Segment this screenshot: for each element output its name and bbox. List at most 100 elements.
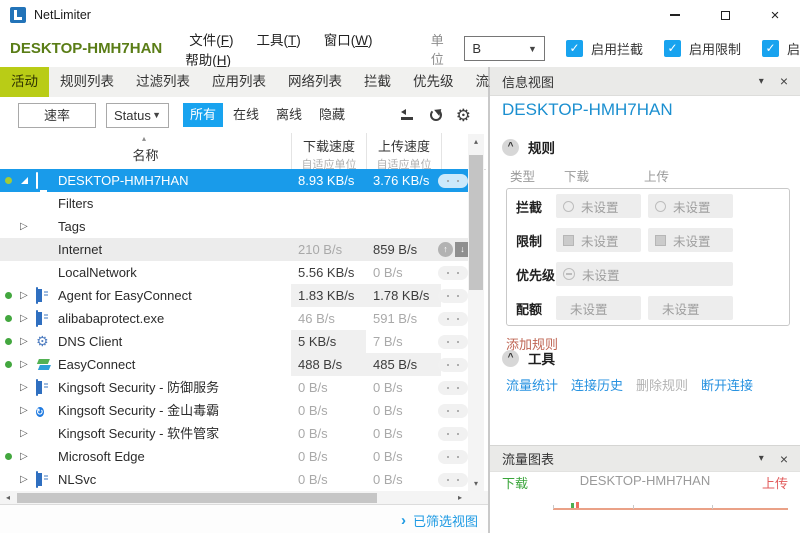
checkbox-checked-icon[interactable]: ✓: [566, 40, 583, 57]
rule-not-set-pill[interactable]: 未设置: [556, 228, 641, 252]
table-row[interactable]: ▷Kingsoft Security - 防御服务0 B/s0 B/s: [0, 376, 470, 399]
refresh-icon[interactable]: [430, 109, 442, 121]
rule-indicator[interactable]: [438, 265, 472, 280]
menu-item-T[interactable]: 工具(T): [256, 33, 300, 48]
rule-indicator[interactable]: [438, 173, 472, 188]
collapse-section-icon[interactable]: ^: [502, 139, 519, 156]
rule-indicator[interactable]: [438, 311, 472, 326]
panel-close-icon[interactable]: ×: [780, 73, 788, 89]
tab-规则列表[interactable]: 规则列表: [49, 67, 125, 97]
priority-up-icon[interactable]: ↑: [438, 242, 453, 257]
expander-collapsed-icon[interactable]: ▷: [20, 426, 28, 441]
rule-placeholder-pill[interactable]: [438, 450, 468, 464]
rate-button[interactable]: 速率: [18, 103, 96, 128]
tab-网络列表[interactable]: 网络列表: [277, 67, 353, 97]
toggle-2[interactable]: ✓启用限制: [664, 39, 741, 58]
rule-not-set-pill[interactable]: 未设置: [648, 228, 733, 252]
menu-item-W[interactable]: 窗口(W): [324, 33, 373, 48]
toggle-3[interactable]: ✓启: [762, 39, 800, 58]
horizontal-scrollbar[interactable]: ◂ ▸: [0, 491, 470, 505]
rule-placeholder-pill[interactable]: [438, 404, 468, 418]
rule-indicator[interactable]: [438, 449, 472, 464]
expander-collapsed-icon[interactable]: ▷: [20, 311, 28, 326]
table-row[interactable]: ▷⚙DNS Client5 KB/s7 B/s: [0, 330, 470, 353]
rule-indicator[interactable]: [438, 380, 472, 395]
menu-item-H[interactable]: 帮助(H): [185, 53, 231, 68]
table-row[interactable]: ▷Tags: [0, 215, 470, 238]
rule-placeholder-pill[interactable]: [438, 312, 468, 326]
tool-link-连接历史[interactable]: 连接历史: [571, 375, 623, 394]
tab-拦截[interactable]: 拦截: [353, 67, 402, 97]
rule-not-set-pill[interactable]: 未设置: [556, 296, 641, 320]
rule-placeholder-pill[interactable]: [438, 266, 468, 280]
table-row[interactable]: ▷NLSvc0 B/s0 B/s: [0, 468, 470, 491]
rule-not-set-pill[interactable]: 未设置: [556, 194, 641, 218]
rules-section-header[interactable]: ^ 规则: [502, 137, 555, 157]
expander-collapsed-icon[interactable]: ▷: [20, 403, 28, 418]
tool-link-流量统计[interactable]: 流量统计: [506, 375, 558, 394]
table-row[interactable]: ▷Kingsoft Security - 软件管家0 B/s0 B/s: [0, 422, 470, 445]
scroll-right-icon[interactable]: ▸: [452, 491, 468, 505]
rule-placeholder-pill[interactable]: [438, 335, 468, 349]
rule-indicator[interactable]: [438, 426, 472, 441]
expander-collapsed-icon[interactable]: ▷: [20, 472, 28, 487]
tab-优先级[interactable]: 优先级: [402, 67, 465, 97]
checkbox-checked-icon[interactable]: ✓: [762, 40, 779, 57]
table-row[interactable]: Filters: [0, 192, 470, 215]
column-header-name[interactable]: 名称: [0, 145, 291, 164]
rule-placeholder-pill[interactable]: [438, 473, 468, 487]
rule-not-set-pill[interactable]: 未设置: [648, 194, 733, 218]
toggle-1[interactable]: ✓启用拦截: [566, 39, 643, 58]
rule-indicator[interactable]: [438, 288, 472, 303]
gear-icon[interactable]: ⚙: [456, 107, 471, 124]
rule-placeholder-pill[interactable]: [438, 358, 468, 372]
expander-collapsed-icon[interactable]: ▷: [20, 449, 28, 464]
expander-collapsed-icon[interactable]: ▷: [20, 380, 28, 395]
tools-section-header[interactable]: ^ 工具: [502, 348, 555, 368]
collapse-section-icon[interactable]: ^: [502, 350, 519, 367]
expander-collapsed-icon[interactable]: ▷: [20, 288, 28, 303]
tab-活动[interactable]: 活动: [0, 67, 49, 97]
rule-placeholder-pill[interactable]: [438, 427, 468, 441]
priority-arrows[interactable]: ↑↓: [438, 242, 472, 257]
table-row[interactable]: ▷EasyConnect488 B/s485 B/s: [0, 353, 470, 376]
expander-collapsed-icon[interactable]: ▷: [20, 219, 28, 234]
column-header-upload[interactable]: 上传速度 自适应单位: [366, 133, 441, 169]
rule-placeholder-pill[interactable]: [438, 381, 468, 395]
view-filter-在线[interactable]: 在线: [226, 103, 266, 127]
horizontal-scrollbar-thumb[interactable]: [17, 493, 377, 503]
minimize-button[interactable]: [650, 0, 700, 30]
tool-link-断开连接[interactable]: 断开连接: [701, 375, 753, 394]
rule-placeholder-pill[interactable]: [438, 174, 468, 188]
expander-collapsed-icon[interactable]: ▷: [20, 357, 28, 372]
rule-indicator[interactable]: [438, 334, 472, 349]
rule-not-set-pill[interactable]: 未设置: [556, 262, 733, 286]
table-row[interactable]: Internet210 B/s859 B/s↑↓: [0, 238, 470, 261]
table-row[interactable]: ▷alibabaprotect.exe46 B/s591 B/s: [0, 307, 470, 330]
panel-menu-icon[interactable]: ▾: [759, 453, 764, 464]
table-row[interactable]: ▷Agent for EasyConnect1.83 KB/s1.78 KB/s: [0, 284, 470, 307]
rule-indicator[interactable]: [438, 357, 472, 372]
view-filter-隐藏[interactable]: 隐藏: [312, 103, 352, 127]
close-button[interactable]: ×: [750, 0, 800, 30]
column-header-download[interactable]: 下载速度 自适应单位: [291, 133, 366, 169]
table-row[interactable]: ▷↻Kingsoft Security - 金山毒霸0 B/s0 B/s: [0, 399, 470, 422]
tab-过滤列表[interactable]: 过滤列表: [125, 67, 201, 97]
expander-collapsed-icon[interactable]: ▷: [20, 334, 28, 349]
menu-item-F[interactable]: 文件(F): [189, 33, 233, 48]
rule-placeholder-pill[interactable]: [438, 289, 468, 303]
expander-expanded-icon[interactable]: [21, 177, 28, 184]
scroll-left-icon[interactable]: ◂: [0, 491, 16, 505]
vertical-scrollbar[interactable]: ▴ ▾: [468, 134, 484, 491]
panel-close-icon[interactable]: ×: [780, 451, 788, 467]
rule-indicator[interactable]: [438, 472, 472, 487]
vertical-scrollbar-thumb[interactable]: [469, 155, 483, 290]
table-row[interactable]: LocalNetwork5.56 KB/s0 B/s: [0, 261, 470, 284]
tab-应用列表[interactable]: 应用列表: [201, 67, 277, 97]
rule-indicator[interactable]: [438, 403, 472, 418]
server-menu[interactable]: DESKTOP-HMH7HAN: [10, 40, 162, 57]
unit-select[interactable]: B ▼: [464, 36, 545, 61]
view-filter-所有[interactable]: 所有: [183, 103, 223, 127]
checkbox-checked-icon[interactable]: ✓: [664, 40, 681, 57]
table-row[interactable]: ▷Microsoft Edge0 B/s0 B/s: [0, 445, 470, 468]
